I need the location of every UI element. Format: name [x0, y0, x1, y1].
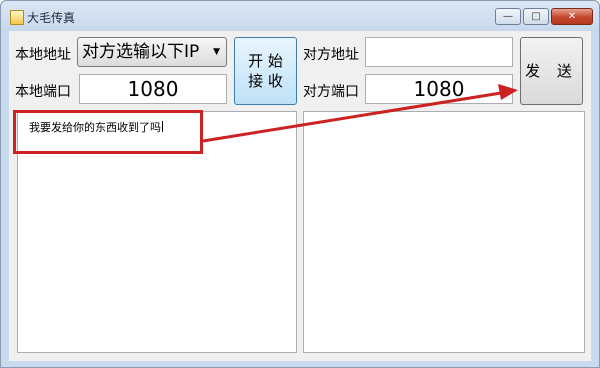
chevron-down-icon: ▼: [213, 47, 220, 57]
client-area: 本地地址 对方选输以下IP ▼ 本地端口 1080 开 始 接 收 对方地址 对…: [9, 31, 591, 361]
close-icon: ✕: [567, 11, 577, 22]
window-title: 大毛传真: [27, 11, 76, 25]
app-window: 大毛传真 — □ ✕ 本地地址 对方选输以下IP ▼ 本地端口 1080 开 始…: [0, 0, 600, 368]
local-address-label: 本地地址: [15, 47, 71, 63]
window-controls: — □ ✕: [495, 8, 593, 26]
title-bar[interactable]: 大毛传真 — □ ✕: [1, 1, 599, 31]
remote-port-input[interactable]: 1080: [365, 74, 513, 104]
start-receive-button[interactable]: 开 始 接 收: [234, 37, 297, 105]
close-button[interactable]: ✕: [551, 8, 593, 25]
annotation-highlight-box: [13, 110, 203, 154]
start-receive-label-line2: 接 收: [248, 72, 283, 90]
local-address-select-value: 对方选输以下IP: [82, 42, 200, 62]
receive-textarea[interactable]: [303, 111, 585, 353]
maximize-icon: □: [531, 11, 541, 22]
remote-address-label: 对方地址: [303, 47, 359, 63]
remote-address-input[interactable]: [365, 37, 513, 67]
send-button[interactable]: 发 送: [520, 37, 583, 105]
local-port-label: 本地端口: [15, 84, 71, 100]
maximize-button[interactable]: □: [523, 8, 549, 25]
start-receive-label-line1: 开 始: [248, 52, 283, 70]
minimize-button[interactable]: —: [495, 8, 521, 25]
local-port-input[interactable]: 1080: [79, 74, 227, 104]
minimize-icon: —: [503, 11, 513, 22]
remote-port-label: 对方端口: [303, 84, 359, 100]
app-icon: [10, 10, 24, 25]
local-address-select[interactable]: 对方选输以下IP ▼: [77, 37, 227, 67]
